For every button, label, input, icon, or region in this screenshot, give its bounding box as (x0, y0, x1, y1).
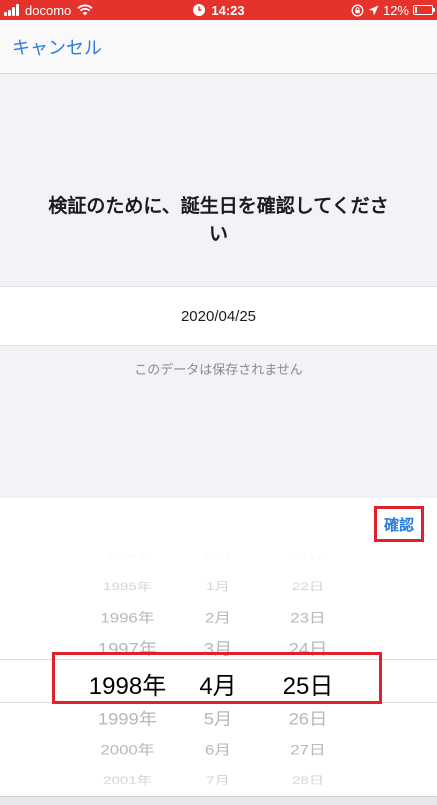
month-option[interactable]: 1月 (183, 578, 253, 593)
month-option[interactable]: 12月 (183, 551, 253, 561)
confirm-button[interactable]: 確認 (374, 506, 424, 542)
year-option[interactable]: 1997年 (60, 636, 195, 659)
day-wheel[interactable]: 21日 22日 23日 24日 25日 26日 27日 28日 (268, 551, 348, 804)
month-option[interactable]: 7月 (183, 772, 253, 787)
month-option[interactable]: 2月 (183, 607, 253, 626)
year-option[interactable]: 1994年 (60, 551, 195, 561)
nav-bar: キャンセル (0, 20, 437, 74)
year-option[interactable]: 1995年 (60, 578, 195, 593)
status-bar: docomo 14:23 12% (0, 0, 437, 20)
year-option[interactable]: 1998年 (60, 666, 195, 701)
year-option[interactable]: 2000年 (60, 739, 195, 758)
day-option[interactable]: 24日 (268, 636, 348, 659)
date-picker[interactable]: 1994年 1995年 1996年 1997年 1998年 1999年 2000年 2001年… (0, 551, 437, 804)
month-option[interactable]: 4月 (183, 666, 253, 701)
battery-percent: 12% (382, 2, 409, 18)
battery-level (415, 7, 417, 13)
clock-icon (193, 4, 206, 16)
picker-toolbar: 確認 (0, 498, 437, 551)
cancel-button[interactable]: キャンセル (12, 34, 102, 60)
day-option[interactable]: 22日 (268, 578, 348, 593)
day-option[interactable]: 27日 (268, 739, 348, 758)
birthdate-field[interactable]: 2020/04/25 (0, 286, 437, 346)
month-wheel[interactable]: 12月 1月 2月 3月 4月 5月 6月 7月 (183, 551, 253, 804)
rotation-lock-icon (351, 4, 364, 16)
day-option[interactable]: 26日 (268, 706, 348, 729)
battery-icon (413, 5, 435, 15)
year-option[interactable]: 1999年 (60, 706, 195, 729)
confirm-label: 確認 (383, 515, 414, 534)
status-time: 14:23 (211, 2, 245, 18)
day-option[interactable]: 25日 (268, 666, 348, 701)
month-option[interactable]: 3月 (183, 636, 253, 659)
day-option[interactable]: 21日 (268, 551, 348, 561)
page-title: 検証のために、誕生日を確認してください (48, 195, 389, 245)
year-wheel[interactable]: 1994年 1995年 1996年 1997年 1998年 1999年 2000年 2001年 (60, 551, 195, 804)
privacy-note: このデータは保存されません (134, 363, 303, 378)
month-option[interactable]: 6月 (183, 739, 253, 758)
day-option[interactable]: 23日 (268, 607, 348, 626)
birthdate-value: 2020/04/25 (180, 307, 257, 325)
year-option[interactable]: 2001年 (60, 772, 195, 787)
day-option[interactable]: 28日 (268, 772, 348, 787)
status-right: 12% (351, 2, 435, 18)
year-option[interactable]: 1996年 (60, 607, 195, 626)
month-option[interactable]: 5月 (183, 706, 253, 729)
location-icon (368, 5, 379, 15)
